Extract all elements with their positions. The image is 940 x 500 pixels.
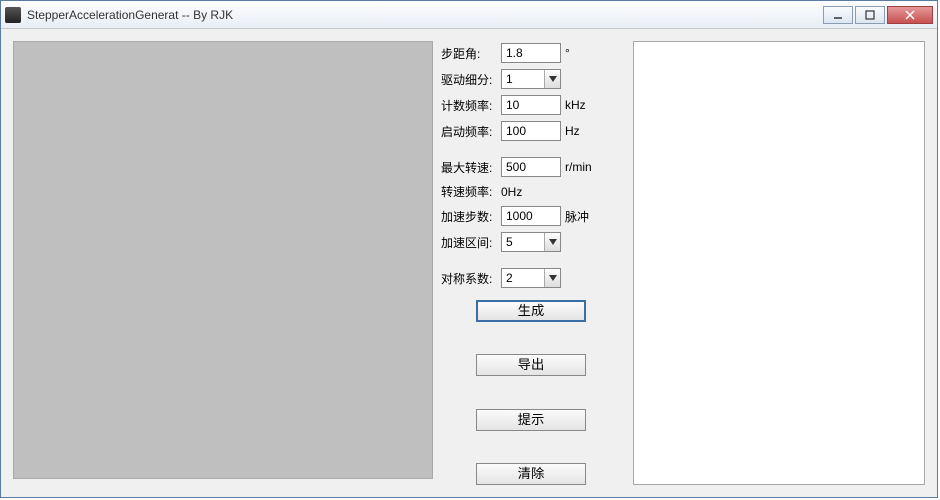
maximize-button[interactable] — [855, 6, 885, 24]
input-max-rpm[interactable] — [501, 157, 561, 177]
row-drive-div: 驱动细分: — [441, 69, 621, 89]
row-sym-factor: 对称系数: — [441, 268, 621, 288]
chevron-down-icon[interactable] — [544, 233, 560, 251]
minimize-button[interactable] — [823, 6, 853, 24]
input-start-freq[interactable] — [501, 121, 561, 141]
unit-count-freq: kHz — [565, 98, 605, 112]
export-button[interactable]: 导出 — [476, 354, 586, 376]
titlebar[interactable]: StepperAccelerationGenerat -- By RJK — [1, 1, 937, 29]
chevron-down-icon[interactable] — [544, 269, 560, 287]
row-start-freq: 启动频率: Hz — [441, 121, 621, 141]
label-max-rpm: 最大转速: — [441, 159, 497, 176]
label-accel-steps: 加速步数: — [441, 208, 497, 225]
unit-step-angle: ° — [565, 46, 605, 60]
label-rpm-freq: 转速频率: — [441, 183, 497, 200]
clear-button[interactable]: 清除 — [476, 463, 586, 485]
label-accel-range: 加速区间: — [441, 234, 497, 251]
generate-button[interactable]: 生成 — [476, 300, 586, 322]
label-sym-factor: 对称系数: — [441, 270, 497, 287]
row-accel-range: 加速区间: — [441, 232, 621, 252]
app-icon — [5, 7, 21, 23]
value-rpm-freq: 0Hz — [501, 185, 522, 199]
row-count-freq: 计数频率: kHz — [441, 95, 621, 115]
label-count-freq: 计数频率: — [441, 97, 497, 114]
input-step-angle[interactable] — [501, 43, 561, 63]
row-accel-steps: 加速步数: 脉冲 — [441, 206, 621, 226]
output-pane[interactable] — [633, 41, 925, 485]
client-area: 步距角: ° 驱动细分: 计数频率: kHz 启动频率: Hz — [1, 29, 937, 497]
window-controls — [823, 6, 933, 24]
row-rpm-freq: 转速频率: 0Hz — [441, 183, 621, 200]
input-accel-steps[interactable] — [501, 206, 561, 226]
hint-button[interactable]: 提示 — [476, 409, 586, 431]
controls-column: 步距角: ° 驱动细分: 计数频率: kHz 启动频率: Hz — [441, 41, 621, 485]
label-step-angle: 步距角: — [441, 45, 497, 62]
window-title: StepperAccelerationGenerat -- By RJK — [27, 8, 823, 22]
row-max-rpm: 最大转速: r/min — [441, 157, 621, 177]
label-drive-div: 驱动细分: — [441, 71, 497, 88]
preview-pane — [13, 41, 433, 479]
unit-start-freq: Hz — [565, 124, 605, 138]
unit-accel-steps: 脉冲 — [565, 208, 605, 225]
input-count-freq[interactable] — [501, 95, 561, 115]
label-start-freq: 启动频率: — [441, 123, 497, 140]
row-step-angle: 步距角: ° — [441, 43, 621, 63]
chevron-down-icon[interactable] — [544, 70, 560, 88]
unit-max-rpm: r/min — [565, 160, 605, 174]
app-window: StepperAccelerationGenerat -- By RJK 步距角… — [0, 0, 938, 498]
close-button[interactable] — [887, 6, 933, 24]
